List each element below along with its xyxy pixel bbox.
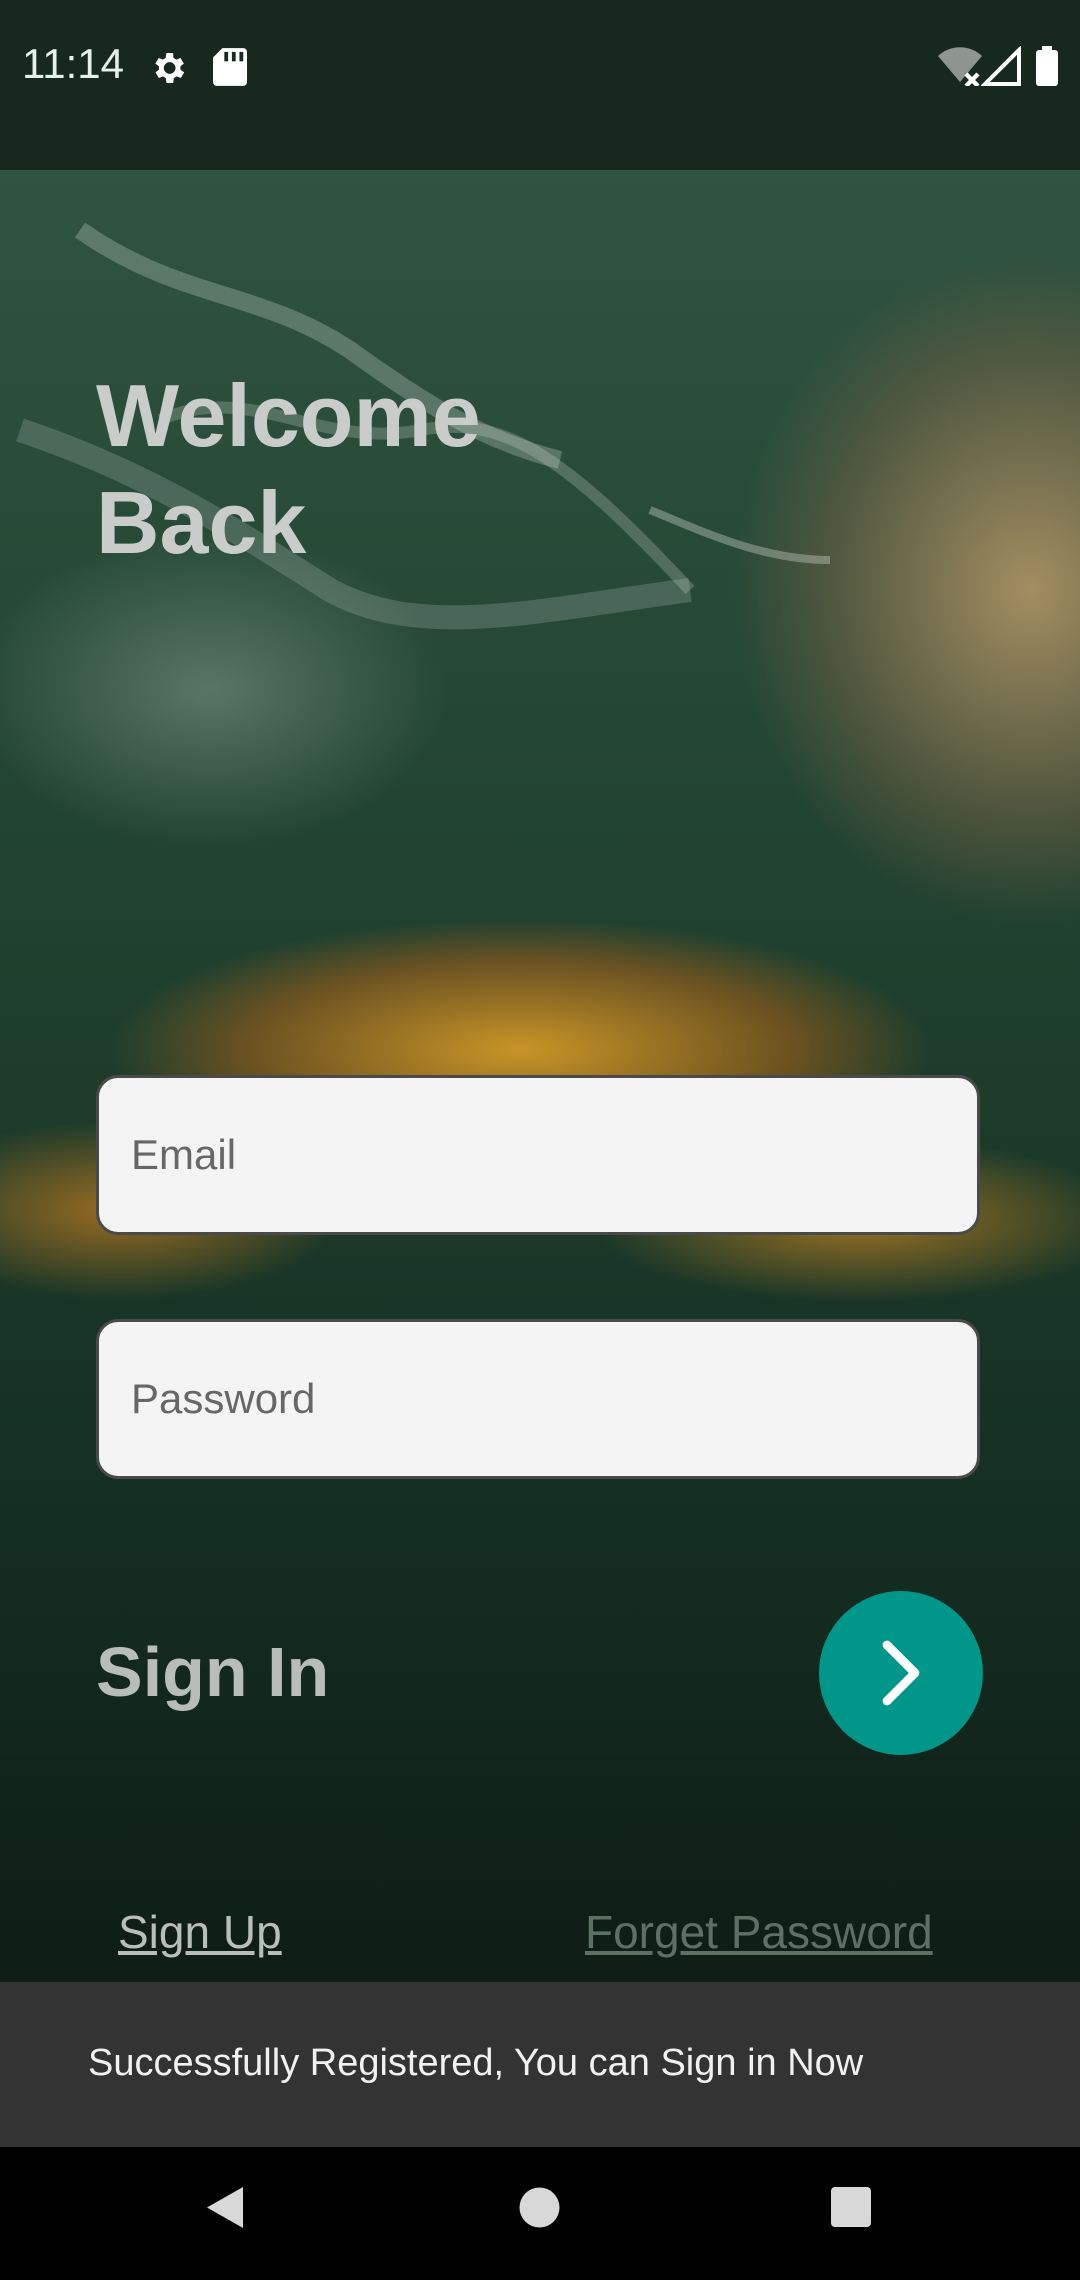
sd-card-icon: [213, 48, 247, 86]
welcome-title: Welcome Back: [96, 362, 616, 576]
forget-password-link[interactable]: Forget Password: [585, 1905, 933, 1959]
sign-up-link[interactable]: Sign Up: [118, 1905, 282, 1959]
cell-signal-icon: [981, 46, 1021, 86]
gear-icon: [155, 53, 185, 83]
wifi-off-icon: [938, 47, 982, 86]
recents-icon[interactable]: [829, 2185, 873, 2229]
battery-icon: [1036, 46, 1058, 86]
sign-in-button[interactable]: [819, 1591, 983, 1755]
snackbar-message: Successfully Registered, You can Sign in…: [88, 2042, 864, 2084]
password-input[interactable]: [99, 1322, 977, 1476]
snackbar: Successfully Registered, You can Sign in…: [0, 1982, 1080, 2147]
status-time: 11:14: [22, 40, 124, 87]
navigation-bar: [0, 2147, 1080, 2280]
email-input[interactable]: [99, 1078, 977, 1232]
password-field[interactable]: [96, 1319, 980, 1479]
welcome-title-line1: Welcome: [96, 366, 481, 465]
sign-in-label: Sign In: [96, 1633, 330, 1711]
status-bar: 11:14: [0, 0, 1080, 170]
chevron-right-icon: [882, 1640, 920, 1706]
home-icon[interactable]: [517, 2185, 562, 2230]
email-field[interactable]: [96, 1075, 980, 1235]
back-icon[interactable]: [205, 2185, 245, 2230]
welcome-title-line2: Back: [96, 473, 307, 572]
